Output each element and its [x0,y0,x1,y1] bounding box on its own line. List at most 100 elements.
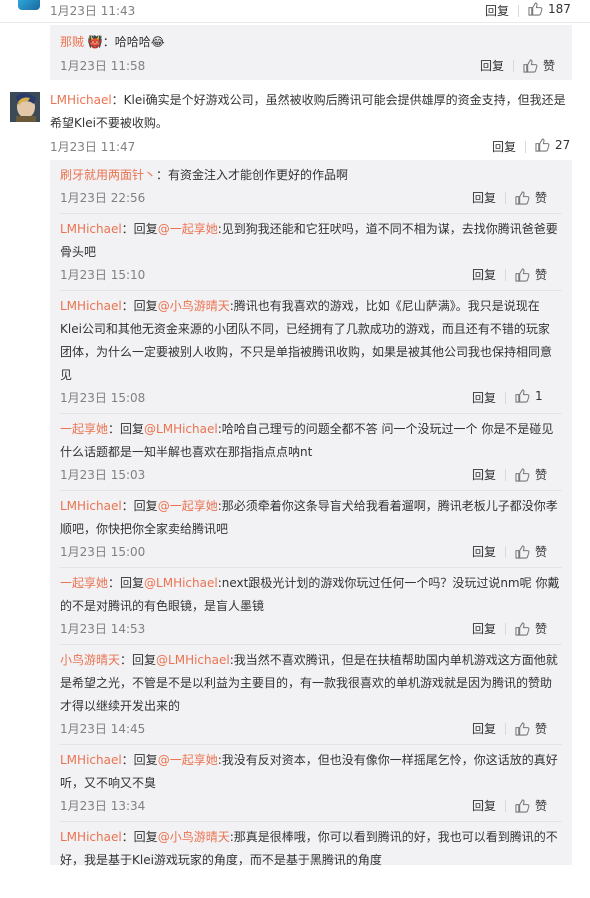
comment-time: 1月23日 11:43 [50,4,136,18]
reply-prefix: ：回复 [121,222,158,236]
reply-button[interactable]: 回复 [480,57,504,74]
mention-link[interactable]: @一起享她 [158,499,218,513]
like-label: 赞 [535,191,548,205]
reply-text-line: LMHichael：回复@一起享她:那必须牵着你这条导盲犬给我看着遛啊，腾讯老板… [60,495,558,518]
reply-button[interactable]: 回复 [472,466,496,483]
sub-replies-block: 那贼 👹：哈哈哈😂 1月23日 11:58 回复 赞 [50,25,572,80]
divider [505,392,506,404]
reply-prefix: ：回复 [121,830,158,844]
like-button[interactable]: 赞 [515,620,547,637]
mention-link[interactable]: @小鸟游晴天 [158,830,230,844]
avatar[interactable] [10,92,40,122]
like-button[interactable]: 赞 [515,720,547,737]
mention-link[interactable]: @一起享她 [158,753,218,767]
like-label: 1 [535,389,543,403]
reply-text-line: 什么话题都是一知半解也喜欢在那指指点点呐nt [60,445,313,459]
reply-text-line: 才得以继续开发出来的 [60,699,181,713]
like-button[interactable]: 赞 [515,797,547,814]
username-link[interactable]: LMHichael [60,499,122,513]
reply-prefix: ：回复 [108,422,145,436]
divider [505,723,506,735]
divider [505,546,506,558]
mention-link[interactable]: @一起享她 [158,222,218,236]
mention-link[interactable]: @小鸟游晴天 [158,299,230,313]
username-link[interactable]: 小鸟游晴天 [60,653,120,667]
reply-button[interactable]: 回复 [485,2,509,19]
reply-item: 一起享她：回复@LMHichael:next跟极光计划的游戏你玩过任何一个吗？没… [60,572,562,645]
reply-button[interactable]: 回复 [492,138,516,155]
reply-text-line: 好，我是基于Klei游戏玩家的角度，而不是基于黑腾讯的角度 [60,853,382,867]
like-button[interactable]: 赞 [515,266,547,283]
like-button[interactable]: 赞 [515,466,547,483]
divider [513,60,514,72]
avatar[interactable] [18,0,40,10]
sub-replies-block: 刷牙就用两面针丶：有资金注入才能创作更好的作品啊 1月23日 22:56 回复赞 LM… [50,160,572,867]
mention-link[interactable]: @LMHichael [144,422,218,436]
reply-text: :next跟极光计划的游戏你玩过任何一个吗？没玩过说nm呢 你戴 [217,576,560,590]
divider [505,800,506,812]
reply-text-line: 见 [60,368,73,382]
like-button[interactable]: 187 [528,2,571,16]
username-link[interactable]: 刷牙就用两面针丶 [60,168,156,182]
reply-text: :那必须牵着你这条导盲犬给我看着遛啊，腾讯老板儿子都没你孝 [217,499,558,513]
like-button[interactable]: 赞 [515,189,547,206]
reply-button[interactable]: 回复 [472,189,496,206]
reply-text-line: 小鸟游晴天：回复@LMHichael:我当然不喜欢腾讯，但是在扶植帮助国内单机游… [60,649,558,672]
username-link[interactable]: 一起享她 [60,576,108,590]
like-button[interactable]: 赞 [523,57,555,74]
reply-text-line: 顺吧，你快把你全家卖给腾讯吧 [60,522,229,536]
reply-button[interactable]: 回复 [472,266,496,283]
reply-text-line: 一起享她：回复@LMHichael:next跟极光计划的游戏你玩过任何一个吗？没… [60,572,559,595]
divider [505,469,506,481]
username-link[interactable]: LMHichael [60,222,122,236]
reply-text: :那真是很棒哦，你可以看到腾讯的好，我也可以看到腾讯的不 [229,830,558,844]
reply-text: ：哈哈哈😂 [102,35,165,49]
like-label: 赞 [535,799,548,813]
reply-text-line: LMHichael：回复@小鸟游晴天:腾讯也有我喜欢的游戏，比如《尼山萨满》。我… [60,295,540,318]
username-link[interactable]: LMHichael [60,753,122,767]
username-link[interactable]: 一起享她 [60,422,108,436]
reply-text-line: 刷牙就用两面针丶：有资金注入才能创作更好的作品啊 [60,164,348,187]
like-button[interactable]: 1 [515,389,543,403]
reply-text-line: LMHichael：回复@小鸟游晴天:那真是很棒哦，你可以看到腾讯的好，我也可以… [60,826,558,849]
thumbs-up-icon [528,2,543,16]
username-link[interactable]: LMHichael [60,299,122,313]
reply-prefix: ：回复 [121,499,158,513]
mention-link[interactable]: @LMHichael [144,576,218,590]
reply-prefix: ：回复 [120,653,157,667]
like-button[interactable]: 赞 [515,543,547,560]
reply-button[interactable]: 回复 [472,720,496,737]
divider [518,5,519,17]
thumbs-up-icon [515,721,530,736]
reply-prefix: ：回复 [121,753,158,767]
username-link[interactable]: LMHichael [50,93,112,107]
reply-prefix: ：回复 [121,299,158,313]
thumbs-up-icon [515,621,530,636]
reply-time: 1月23日 13:34 [60,799,146,813]
thumbs-up-icon [515,389,530,403]
reply-button[interactable]: 回复 [472,543,496,560]
reply-item: 刷牙就用两面针丶：有资金注入才能创作更好的作品啊 1月23日 22:56 回复 赞 [60,164,562,214]
reply-button[interactable]: 回复 [472,620,496,637]
reply-text: :腾讯也有我喜欢的游戏，比如《尼山萨满》。我只是说现在 [229,299,540,313]
reply-text: :我当然不喜欢腾讯，但是在扶植帮助国内单机游戏这方面他就 [229,653,558,667]
comment-line-2: 希望Klei不要被收购。 [50,116,168,130]
like-label: 赞 [535,545,548,559]
mention-link[interactable]: @LMHichael [156,653,230,667]
like-button[interactable]: 27 [535,138,570,152]
like-label: 赞 [535,722,548,736]
username-link[interactable]: 那贼 [60,35,84,49]
reply-text: ：有资金注入才能创作更好的作品啊 [156,168,349,182]
comment-line-1: LMHichael：Klei确实是个好游戏公司，虽然被收购后腾讯可能会提供雄厚的… [50,89,570,112]
reply-item: LMHichael：回复@一起享她:那必须牵着你这条导盲犬给我看着遛啊，腾讯老板… [60,495,562,568]
divider [525,141,526,153]
reply-text: :我没有反对资本，但也没有像你一样摇尾乞怜，你这话放的真好 [217,753,558,767]
reply-item: LMHichael：回复@一起享她:我没有反对资本，但也没有像你一样摇尾乞怜，你… [60,749,562,822]
reply-button[interactable]: 回复 [472,389,496,406]
username-link[interactable]: LMHichael [60,830,122,844]
reply-time: 1月23日 14:45 [60,722,146,736]
like-label: 赞 [543,59,556,73]
reply-item: LMHichael：回复@一起享她:见到狗我还能和它狂吠吗，道不同不相为谋，去找… [60,218,562,291]
reply-item: LMHichael：回复@小鸟游晴天:腾讯也有我喜欢的游戏，比如《尼山萨满》。我… [60,295,562,414]
reply-button[interactable]: 回复 [472,797,496,814]
